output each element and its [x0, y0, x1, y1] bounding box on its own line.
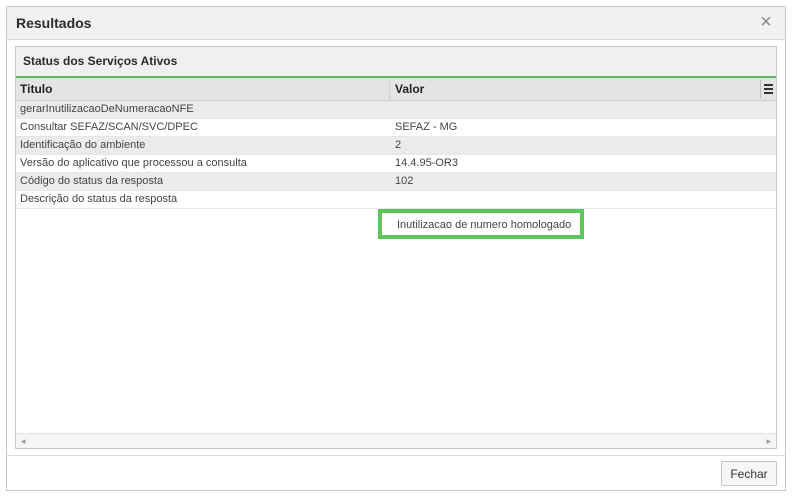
close-icon[interactable]: × [755, 11, 777, 33]
table-row[interactable]: Código do status da resposta 102 [16, 173, 776, 191]
table-row[interactable]: gerarInutilizacaoDeNumeracaoNFE [16, 101, 776, 119]
status-panel: Status dos Serviços Ativos Titulo Valor … [15, 46, 777, 449]
cell-title: Identificação do ambiente [20, 139, 146, 151]
table-row[interactable]: Identificação do ambiente 2 [16, 137, 776, 155]
column-header-titulo[interactable]: Titulo [20, 82, 52, 96]
footer-divider [7, 455, 785, 456]
cell-title: Versão do aplicativo que processou a con… [20, 157, 247, 169]
results-dialog: Resultados × Status dos Serviços Ativos … [6, 6, 786, 491]
column-divider[interactable] [389, 78, 390, 100]
scroll-left-icon[interactable]: ◂ [21, 436, 26, 447]
grid-rows: gerarInutilizacaoDeNumeracaoNFE Consulta… [16, 101, 776, 209]
cell-title: Descrição do status da resposta [20, 193, 178, 205]
column-menu-icon[interactable] [760, 80, 774, 98]
table-row[interactable]: Consultar SEFAZ/SCAN/SVC/DPEC SEFAZ - MG [16, 119, 776, 137]
panel-title: Status dos Serviços Ativos [23, 54, 178, 68]
cell-title: Código do status da resposta [20, 175, 164, 187]
cell-value: 102 [395, 175, 414, 187]
cell-value: 2 [395, 139, 402, 151]
fechar-button[interactable]: Fechar [721, 461, 777, 486]
dialog-titlebar[interactable]: Resultados × [7, 7, 785, 40]
cell-value: SEFAZ - MG [395, 121, 458, 133]
cell-value: 14.4.95-OR3 [395, 157, 458, 169]
results-grid: Titulo Valor gerarInutilizacaoDeNumeraca… [16, 78, 776, 448]
table-row[interactable]: Versão do aplicativo que processou a con… [16, 155, 776, 173]
table-row[interactable]: Descrição do status da resposta [16, 191, 776, 209]
column-header-valor[interactable]: Valor [395, 82, 424, 96]
cell-value-highlighted: Inutilizacao de numero homologado [397, 219, 572, 231]
panel-header: Status dos Serviços Ativos [16, 47, 776, 78]
cell-title: gerarInutilizacaoDeNumeracaoNFE [20, 103, 194, 115]
scroll-right-icon[interactable]: ▸ [766, 436, 771, 447]
highlight-box: Inutilizacao de numero homologado [378, 209, 584, 239]
cell-title: Consultar SEFAZ/SCAN/SVC/DPEC [20, 121, 198, 133]
dialog-title: Resultados [16, 15, 92, 31]
horizontal-scrollbar[interactable]: ◂ ▸ [16, 433, 776, 448]
grid-header: Titulo Valor [16, 78, 776, 101]
